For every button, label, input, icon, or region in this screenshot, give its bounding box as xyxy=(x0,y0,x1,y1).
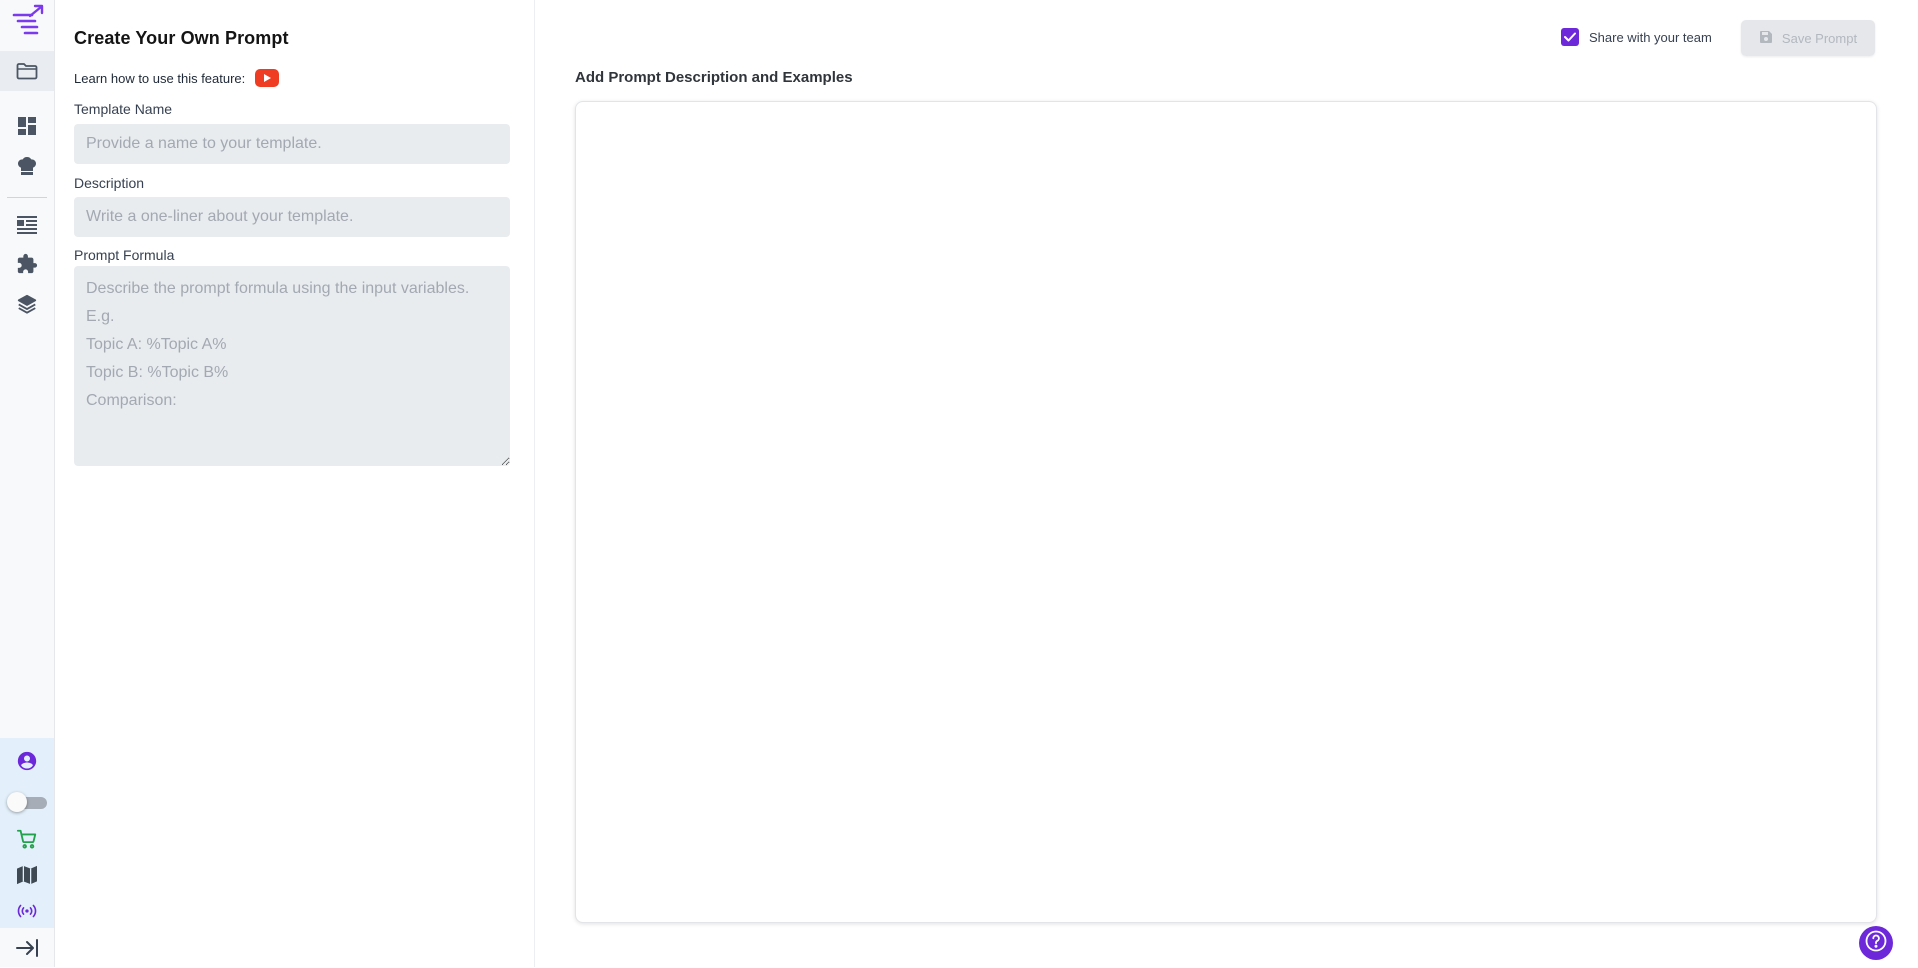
dashboard-icon xyxy=(17,116,37,136)
cart-icon xyxy=(16,828,38,850)
youtube-icon[interactable] xyxy=(255,69,280,87)
prompt-description-label: Add Prompt Description and Examples xyxy=(575,69,853,86)
broadcast-icon xyxy=(16,903,38,919)
collapse-arrow-icon xyxy=(15,937,39,959)
sidebar-divider xyxy=(7,197,47,198)
sidebar-item-list[interactable] xyxy=(0,204,54,244)
checkbox-checked-icon xyxy=(1561,28,1579,46)
prompt-formula-textarea[interactable] xyxy=(74,266,510,466)
collapse-sidebar-button[interactable] xyxy=(0,928,54,968)
puzzle-icon xyxy=(16,253,38,275)
prompt-list-logo-icon[interactable] xyxy=(10,4,44,36)
learn-feature-row: Learn how to use this feature: xyxy=(74,69,280,87)
page-title: Create Your Own Prompt xyxy=(74,28,289,48)
save-prompt-label: Save Prompt xyxy=(1781,30,1858,46)
help-button[interactable] xyxy=(1859,926,1893,960)
learn-feature-text: Learn how to use this feature: xyxy=(74,70,246,86)
template-form-panel: Create Your Own Prompt Learn how to use … xyxy=(55,0,535,967)
store-button[interactable] xyxy=(0,819,54,859)
broadcast-button[interactable] xyxy=(0,891,54,931)
share-with-team-label: Share with your team xyxy=(1589,29,1712,45)
description-label: Description xyxy=(74,175,145,191)
list-view-icon xyxy=(16,214,38,234)
chef-hat-icon xyxy=(16,155,38,177)
sidebar-item-extensions[interactable] xyxy=(0,244,54,284)
icon-sidebar xyxy=(0,0,55,967)
prompt-description-editor[interactable] xyxy=(575,101,1877,923)
sidebar-item-dashboard[interactable] xyxy=(0,106,54,146)
sidebar-item-layers[interactable] xyxy=(0,284,54,324)
roadmap-button[interactable] xyxy=(0,855,54,895)
save-disk-icon xyxy=(1759,30,1773,47)
template-name-input[interactable] xyxy=(74,124,510,164)
share-with-team-checkbox[interactable]: Share with your team xyxy=(1561,28,1712,46)
help-question-icon xyxy=(1864,929,1888,958)
sidebar-item-folders[interactable] xyxy=(0,51,54,91)
save-prompt-button[interactable]: Save Prompt xyxy=(1741,20,1875,56)
description-input[interactable] xyxy=(74,197,510,237)
layers-icon xyxy=(16,293,38,315)
toggle-knob xyxy=(7,792,27,812)
folder-icon xyxy=(16,62,38,80)
map-icon xyxy=(16,865,38,885)
account-circle-icon xyxy=(16,750,38,772)
prompt-formula-label: Prompt Formula xyxy=(74,247,175,263)
theme-toggle-switch[interactable] xyxy=(7,792,47,812)
sidebar-item-chef[interactable] xyxy=(0,146,54,186)
account-button[interactable] xyxy=(0,741,54,781)
template-name-label: Template Name xyxy=(74,101,173,117)
